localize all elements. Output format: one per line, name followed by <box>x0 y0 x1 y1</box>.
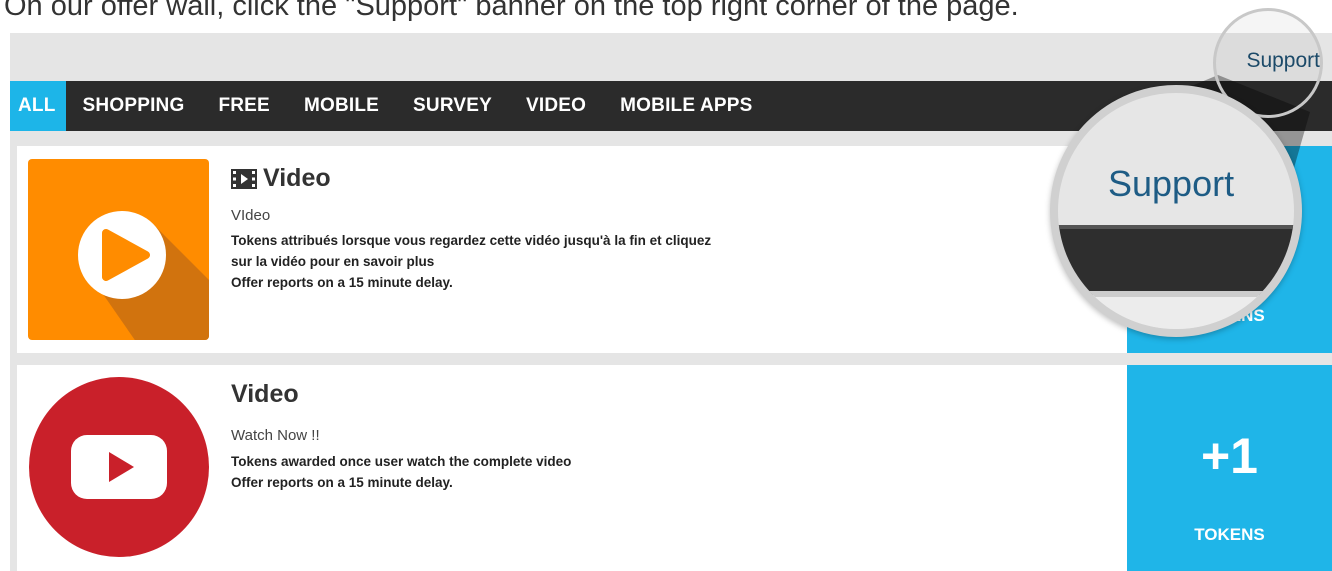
magnified-navbar <box>1058 225 1294 295</box>
offer-description: Tokens attribués lorsque vous regardez c… <box>231 230 871 293</box>
offer-card[interactable]: Video Watch Now !! Tokens awarded once u… <box>17 365 1332 571</box>
offer-subtitle: Watch Now !! <box>231 427 320 444</box>
description-line: Offer reports on a 15 minute delay. <box>231 475 453 490</box>
youtube-play-icon[interactable] <box>29 377 210 558</box>
offer-subtitle: VIdeo <box>231 207 271 224</box>
tab-free[interactable]: FREE <box>201 81 286 131</box>
instruction-text: On our offer wall, click the "Support" b… <box>4 0 1019 22</box>
tab-mobile[interactable]: MOBILE <box>287 81 396 131</box>
orange-play-icon[interactable] <box>28 159 209 340</box>
tab-survey[interactable]: SURVEY <box>396 81 509 131</box>
reward-amount: +1 <box>1200 428 1258 484</box>
magnifier-lens: Support <box>1050 85 1302 337</box>
tab-mobile-apps[interactable]: MOBILE APPS <box>603 81 769 131</box>
tab-all[interactable]: ALL <box>10 81 66 131</box>
tab-video[interactable]: VIDEO <box>509 81 603 131</box>
offer-title-text: Video <box>263 164 331 192</box>
description-line: Offer reports on a 15 minute delay. <box>231 275 453 290</box>
offer-description: Tokens awarded once user watch the compl… <box>231 451 871 493</box>
tab-shopping[interactable]: SHOPPING <box>66 81 202 131</box>
description-line: Tokens awarded once user watch the compl… <box>231 454 572 469</box>
film-icon <box>231 168 257 189</box>
reward-button[interactable]: +1 TOKENS <box>1127 365 1332 571</box>
offer-title: Video <box>231 164 331 193</box>
magnified-support-label: Support <box>1108 163 1235 204</box>
page: On our offer wall, click the "Support" b… <box>0 0 1332 571</box>
description-line: sur la vidéo pour en savoir plus <box>231 254 435 269</box>
offer-title: Video <box>231 380 299 409</box>
offer-title-text: Video <box>231 380 299 408</box>
reward-label: TOKENS <box>1194 525 1265 544</box>
description-line: Tokens attribués lorsque vous regardez c… <box>231 233 712 248</box>
